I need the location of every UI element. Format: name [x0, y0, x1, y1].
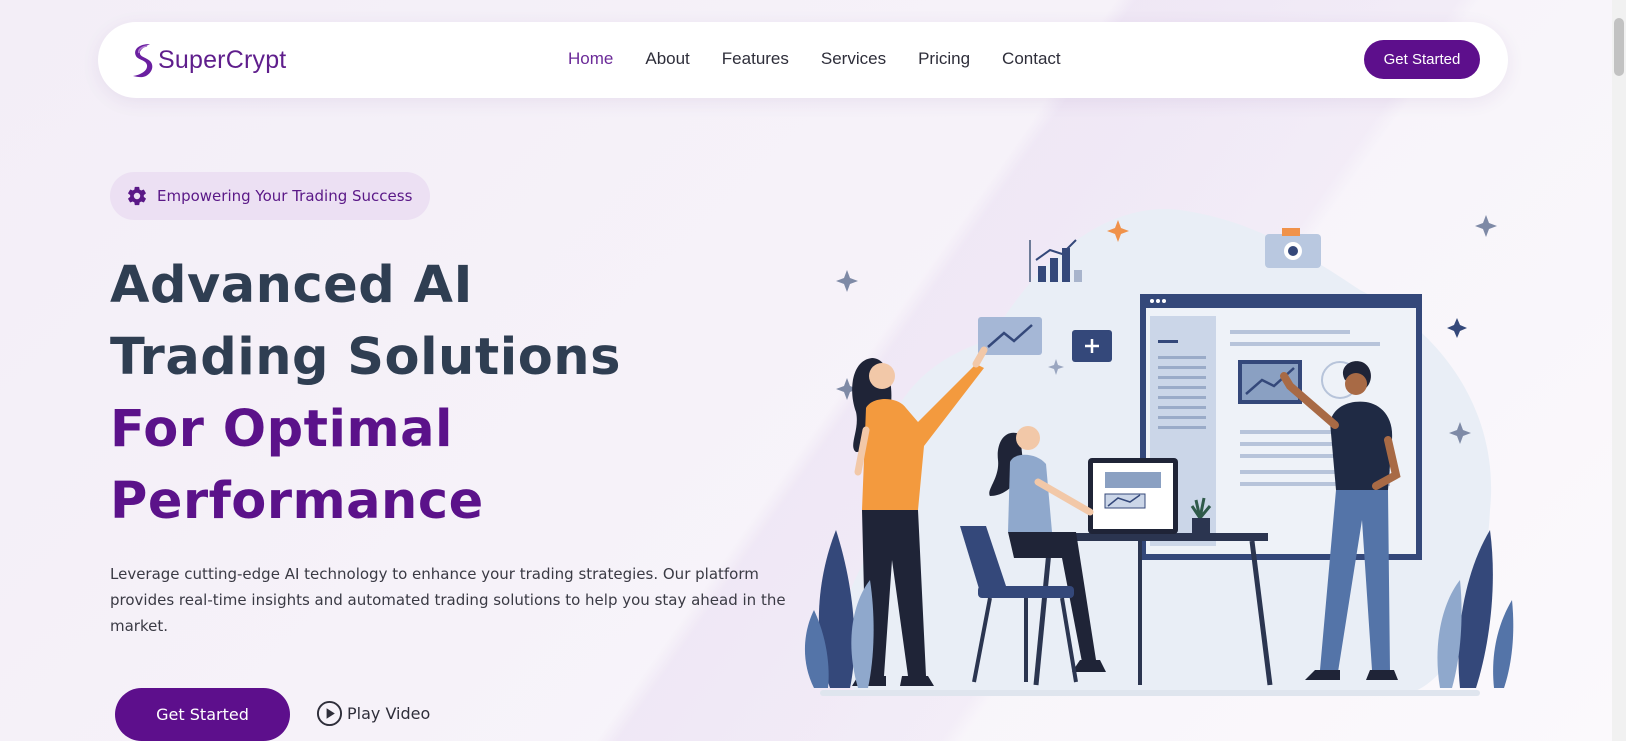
- badge-text: Empowering Your Trading Success: [157, 187, 413, 205]
- hero-badge: Empowering Your Trading Success: [110, 172, 431, 220]
- gear-icon: [128, 186, 146, 206]
- nav-item-services[interactable]: Services: [821, 49, 886, 69]
- hero-title-accent-line-1: For Optimal: [110, 400, 453, 459]
- illustration-floor: [820, 690, 1480, 696]
- chart-card-icon: [978, 317, 1042, 355]
- hero-title-accent-line-2: Performance: [110, 472, 484, 531]
- hero-illustration: [804, 209, 1514, 696]
- hero-title-line-2: Trading Solutions: [110, 328, 621, 387]
- main-nav: Home About Features Services Pricing Con…: [568, 49, 1093, 69]
- nav-get-started-button[interactable]: Get Started: [1364, 40, 1480, 79]
- nav-item-home[interactable]: Home: [568, 49, 613, 69]
- scrollbar-thumb[interactable]: [1614, 18, 1624, 76]
- nav-item-contact[interactable]: Contact: [1002, 49, 1061, 69]
- hero-description: Leverage cutting-edge AI technology to e…: [110, 565, 786, 635]
- sparkle-icon: [1447, 318, 1467, 338]
- play-video-label: Play Video: [347, 704, 431, 723]
- play-video-button[interactable]: Play Video: [316, 700, 430, 727]
- brand-name: SuperCrypt: [158, 45, 287, 74]
- sparkle-icon: [836, 270, 858, 292]
- navbar: SuperCrypt Home About Features Services …: [98, 22, 1508, 98]
- plus-card-icon: [1072, 330, 1112, 362]
- play-circle-icon: [316, 700, 343, 727]
- sparkle-icon: [1475, 215, 1497, 237]
- laptop: [1088, 458, 1178, 534]
- logo-icon: [133, 44, 153, 78]
- nav-item-features[interactable]: Features: [722, 49, 789, 69]
- hero-title-line-1: Advanced AI: [110, 256, 473, 315]
- nav-item-about[interactable]: About: [645, 49, 689, 69]
- camera-icon: [1265, 228, 1321, 268]
- hero-title: Advanced AI Trading Solutions For Optima…: [110, 250, 790, 538]
- page-scrollbar[interactable]: [1612, 0, 1626, 741]
- brand-logo[interactable]: SuperCrypt: [128, 42, 286, 78]
- nav-item-pricing[interactable]: Pricing: [918, 49, 970, 69]
- hero-get-started-button[interactable]: Get Started: [115, 688, 290, 741]
